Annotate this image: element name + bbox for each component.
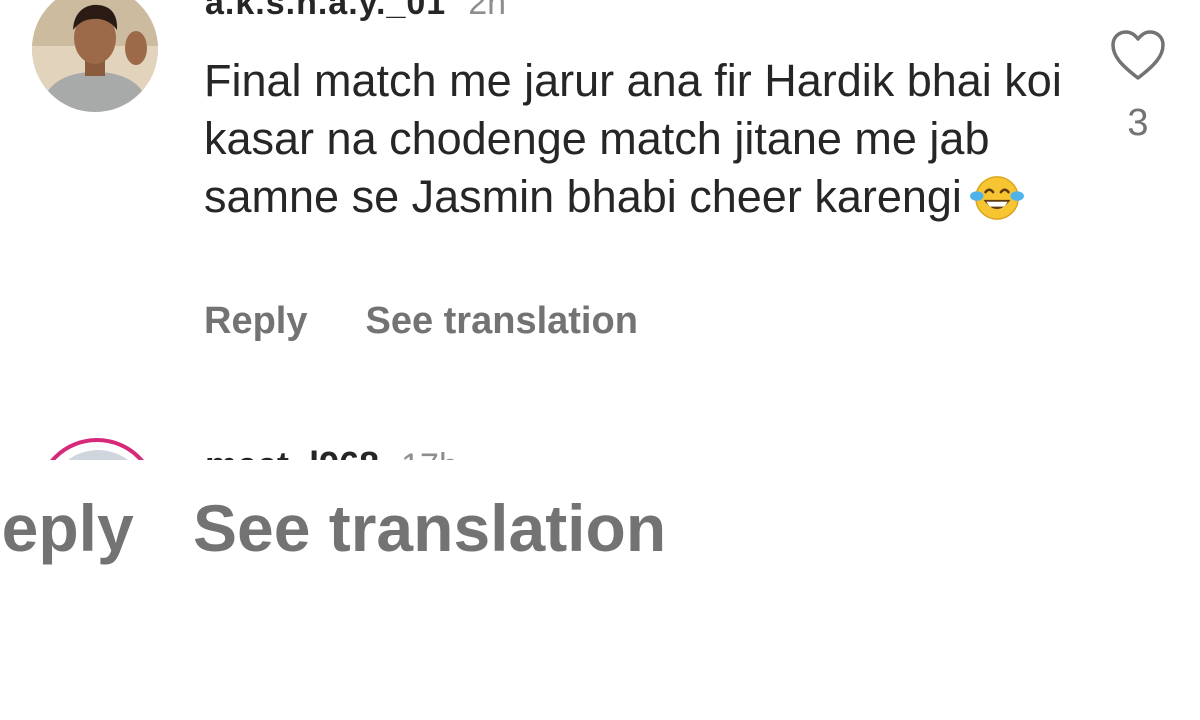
comment-actions: Reply See translation	[204, 300, 638, 343]
like-area: 3	[1108, 28, 1168, 145]
avatar-image	[32, 0, 158, 112]
heart-icon[interactable]	[1109, 28, 1167, 82]
username[interactable]: a.k.s.h.a.y._01	[205, 0, 446, 23]
see-translation-button[interactable]: See translation	[193, 490, 666, 566]
timestamp: 2h	[468, 0, 507, 22]
next-comment-item: meet_l968 17h	[0, 438, 1200, 460]
see-translation-button[interactable]: See translation	[365, 300, 637, 343]
reply-button[interactable]: Reply	[204, 300, 307, 343]
comment-text-block: Final match me jarur ana fir Hardik bhai…	[204, 52, 1064, 226]
comment-meta: a.k.s.h.a.y._01 2h	[205, 0, 506, 24]
comment-item: a.k.s.h.a.y._01 2h Final match me jarur …	[0, 0, 1200, 460]
like-count: 3	[1127, 102, 1149, 144]
avatar[interactable]	[32, 0, 158, 112]
username[interactable]: meet_l968	[205, 444, 379, 460]
comment-text: Final match me jarur ana fir Hardik bhai…	[204, 55, 1062, 222]
reply-button[interactable]: Reply	[0, 490, 134, 566]
timestamp: 17h	[401, 447, 458, 460]
comment-meta: meet_l968 17h	[205, 444, 458, 460]
laughing-tears-emoji-icon	[969, 176, 1024, 220]
zoomed-actions-strip: Reply See translation	[0, 460, 1200, 720]
